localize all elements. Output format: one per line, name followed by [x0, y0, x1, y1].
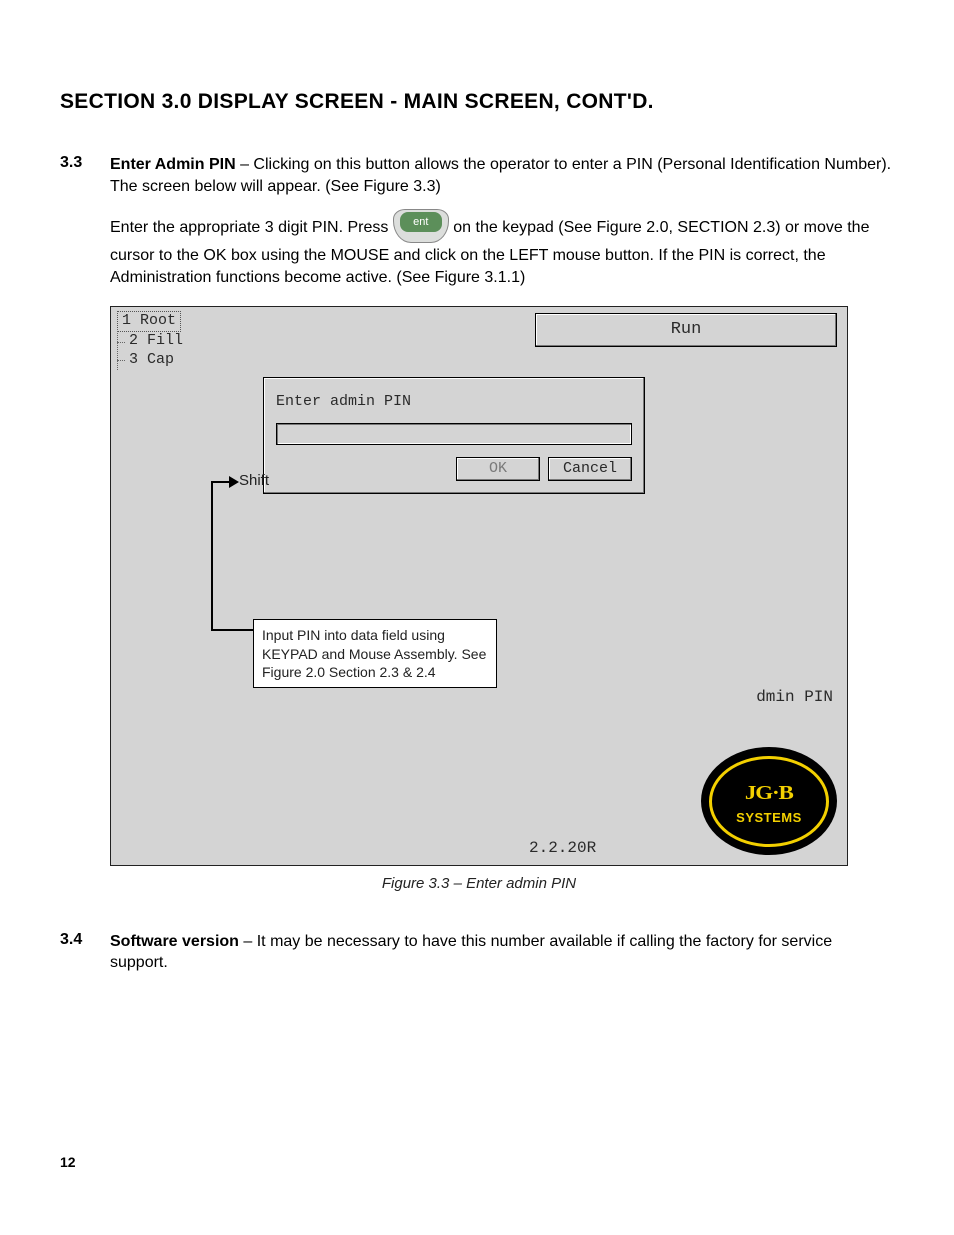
page-number: 12: [60, 1154, 894, 1170]
systems-logo: JG·B SYSTEMS: [701, 747, 837, 855]
ok-button[interactable]: OK: [456, 457, 540, 481]
entry-3-3-pre: Enter the appropriate 3 digit PIN. Press: [110, 219, 393, 236]
software-version: 2.2.20R: [529, 838, 596, 860]
entry-number-3-4: 3.4: [60, 931, 92, 974]
section-heading: SECTION 3.0 DISPLAY SCREEN - MAIN SCREEN…: [60, 90, 894, 114]
callout-box: Input PIN into data field using KEYPAD a…: [253, 619, 497, 688]
dialog-label: Enter admin PIN: [276, 392, 632, 412]
cancel-button[interactable]: Cancel: [548, 457, 632, 481]
arrow-icon: [211, 474, 239, 488]
entry-3-3-para1: Enter Admin PIN – Clicking on this butto…: [110, 154, 894, 197]
tree-root[interactable]: 1 Root: [117, 311, 181, 332]
connector-line-h: [211, 629, 255, 631]
ent-key-icon: ent: [393, 209, 449, 243]
pin-input[interactable]: [276, 423, 632, 445]
entry-3-4-body: Software version – It may be necessary t…: [110, 931, 894, 974]
tree-panel: 1 Root 2 Fill 3 Cap: [117, 311, 227, 369]
entry-number-3-3: 3.3: [60, 154, 92, 905]
ent-key-label: ent: [400, 212, 442, 232]
admin-pin-label: dmin PIN: [756, 687, 833, 709]
logo-text-bottom: SYSTEMS: [736, 809, 802, 827]
figure-screenshot: 1 Root 2 Fill 3 Cap Run Enter admin PIN …: [110, 306, 848, 866]
entry-3-4-lead: Software version: [110, 933, 239, 950]
tree-item-cap[interactable]: 3 Cap: [117, 351, 227, 370]
entry-3-3-lead: Enter Admin PIN: [110, 156, 236, 173]
entry-3-3-para2: Enter the appropriate 3 digit PIN. Press…: [110, 211, 894, 288]
connector-line-v: [211, 481, 213, 631]
run-button[interactable]: Run: [535, 313, 837, 347]
tree-item-fill[interactable]: 2 Fill: [117, 332, 227, 351]
shift-annotation: Shift: [239, 471, 269, 491]
pin-dialog: Enter admin PIN OK Cancel: [263, 377, 645, 493]
logo-text-top: JG·B: [745, 780, 793, 807]
figure-caption: Figure 3.3 – Enter admin PIN: [110, 874, 848, 894]
